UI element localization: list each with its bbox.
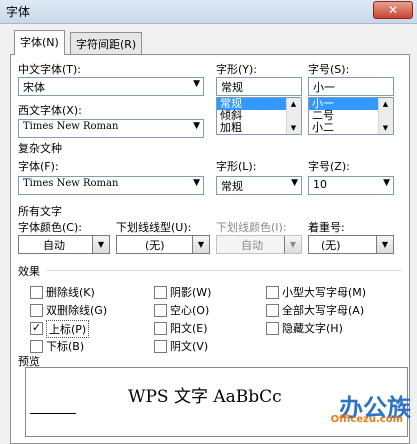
style-listbox[interactable]: 常规 倾斜 加粗 ▲ ▼ — [216, 97, 302, 135]
close-button[interactable]: ✕ — [373, 1, 413, 19]
underline-type-combo[interactable]: (无) ▼ — [116, 235, 210, 254]
outline-label: 空心(O) — [170, 304, 210, 317]
check-icon[interactable]: ✓ — [30, 322, 43, 335]
checkbox-box[interactable] — [266, 286, 279, 299]
hidden-text-checkbox[interactable] — [266, 322, 279, 335]
underline-type-label: 下划线线型(U): — [116, 221, 192, 234]
checkbox-box[interactable] — [154, 304, 167, 317]
underline-color-combo[interactable]: 自动 ▼ — [216, 235, 302, 254]
font-color-label: 字体颜色(C): — [18, 221, 82, 234]
chevron-down-icon: ▼ — [193, 79, 200, 89]
emboss-label: 阳文(E) — [170, 322, 208, 335]
size-listbox[interactable]: 小一 二号 小二 ▲ ▼ — [308, 97, 394, 135]
outline-checkbox[interactable] — [154, 304, 167, 317]
underline-color-label: 下划线颜色(I): — [216, 221, 287, 234]
chevron-down-icon: ▼ — [193, 178, 200, 188]
scroll-up-icon[interactable]: ▲ — [287, 98, 300, 110]
emphasis-label: 着重号: — [308, 221, 345, 234]
chevron-down-icon: ▼ — [376, 236, 393, 253]
effects-section-title: 效果 — [18, 265, 40, 278]
checkbox-box[interactable] — [30, 340, 43, 353]
complex-font-label: 字体(F): — [18, 160, 59, 173]
hidden-text-label: 隐藏文字(H) — [282, 322, 343, 335]
western-font-combo[interactable]: Times New Roman ▼ — [18, 119, 204, 138]
engrave-checkbox[interactable] — [154, 340, 167, 353]
engrave-label: 阴文(V) — [170, 340, 209, 353]
complex-size-combo[interactable]: 10 ▼ — [308, 176, 394, 195]
emphasis-value: (无) — [321, 239, 341, 252]
effects-divider — [46, 270, 402, 271]
western-font-label: 西文字体(X): — [18, 104, 82, 117]
scroll-down-icon[interactable]: ▼ — [287, 122, 300, 134]
tab-font[interactable]: 字体(N) — [14, 30, 65, 55]
font-color-combo[interactable]: 自动 ▼ — [18, 235, 110, 254]
watermark-url: Officezu.com — [330, 414, 403, 425]
checkbox-box[interactable] — [30, 304, 43, 317]
complex-style-label: 字形(L): — [216, 160, 257, 173]
all-text-section-title: 所有文字 — [18, 205, 62, 218]
title-bar — [0, 0, 417, 24]
all-caps-checkbox[interactable] — [266, 304, 279, 317]
style-value: 常规 — [221, 81, 243, 94]
shadow-checkbox[interactable] — [154, 286, 167, 299]
checkbox-box[interactable] — [154, 322, 167, 335]
subscript-checkbox[interactable] — [30, 340, 43, 353]
chevron-down-icon: ▼ — [284, 236, 301, 253]
chevron-down-icon: ▼ — [92, 236, 109, 253]
double-strikethrough-checkbox[interactable] — [30, 304, 43, 317]
chevron-down-icon: ▼ — [192, 236, 209, 253]
complex-font-combo[interactable]: Times New Roman ▼ — [18, 176, 204, 195]
scroll-up-icon[interactable]: ▲ — [379, 98, 392, 110]
chevron-down-icon: ▼ — [193, 121, 200, 131]
checkbox-box[interactable] — [266, 322, 279, 335]
subscript-label: 下标(B) — [46, 340, 85, 353]
chevron-down-icon: ▼ — [383, 178, 390, 188]
double-strikethrough-label: 双删除线(G) — [46, 304, 108, 317]
western-font-value: Times New Roman — [23, 121, 119, 132]
size-input[interactable]: 小一 — [308, 77, 394, 96]
strikethrough-label: 删除线(K) — [46, 286, 95, 299]
size-scrollbar[interactable]: ▲ ▼ — [378, 98, 393, 134]
all-caps-label: 全部大写字母(A) — [282, 304, 365, 317]
small-caps-checkbox[interactable] — [266, 286, 279, 299]
complex-style-value: 常规 — [221, 180, 243, 193]
checkbox-box[interactable] — [266, 304, 279, 317]
superscript-checkbox[interactable]: ✓ — [30, 322, 43, 335]
underline-type-value: (无) — [145, 239, 165, 252]
complex-section-title: 复杂文种 — [18, 142, 62, 155]
style-input[interactable]: 常规 — [216, 77, 302, 96]
style-scrollbar[interactable]: ▲ ▼ — [286, 98, 301, 134]
style-label: 字形(Y): — [216, 63, 258, 76]
chinese-font-label: 中文字体(T): — [18, 63, 82, 76]
emboss-checkbox[interactable] — [154, 322, 167, 335]
chevron-down-icon: ▼ — [291, 178, 298, 188]
strikethrough-checkbox[interactable] — [30, 286, 43, 299]
complex-font-value: Times New Roman — [23, 178, 119, 189]
checkbox-box[interactable] — [154, 340, 167, 353]
emphasis-combo[interactable]: (无) ▼ — [308, 235, 394, 254]
complex-style-combo[interactable]: 常规 ▼ — [216, 176, 302, 195]
complex-size-value: 10 — [313, 178, 327, 191]
chinese-font-combo[interactable]: 宋体 ▼ — [18, 77, 204, 96]
tab-character-spacing[interactable]: 字符间距(R) — [70, 32, 143, 54]
size-value: 小一 — [313, 81, 335, 94]
font-color-value: 自动 — [43, 239, 65, 252]
preview-baseline — [30, 413, 76, 414]
size-label: 字号(S): — [308, 63, 350, 76]
complex-size-label: 字号(Z): — [308, 160, 350, 173]
small-caps-label: 小型大写字母(M) — [282, 286, 367, 299]
checkbox-box[interactable] — [30, 286, 43, 299]
underline-color-value: 自动 — [241, 239, 263, 252]
preview-text: WPS 文字 AaBbCc — [128, 387, 282, 407]
scroll-down-icon[interactable]: ▼ — [379, 122, 392, 134]
superscript-label: 上标(P) — [46, 320, 90, 338]
chinese-font-value: 宋体 — [23, 81, 45, 94]
shadow-label: 阴影(W) — [170, 286, 212, 299]
checkbox-box[interactable] — [154, 286, 167, 299]
window-title: 字体 — [6, 5, 31, 19]
